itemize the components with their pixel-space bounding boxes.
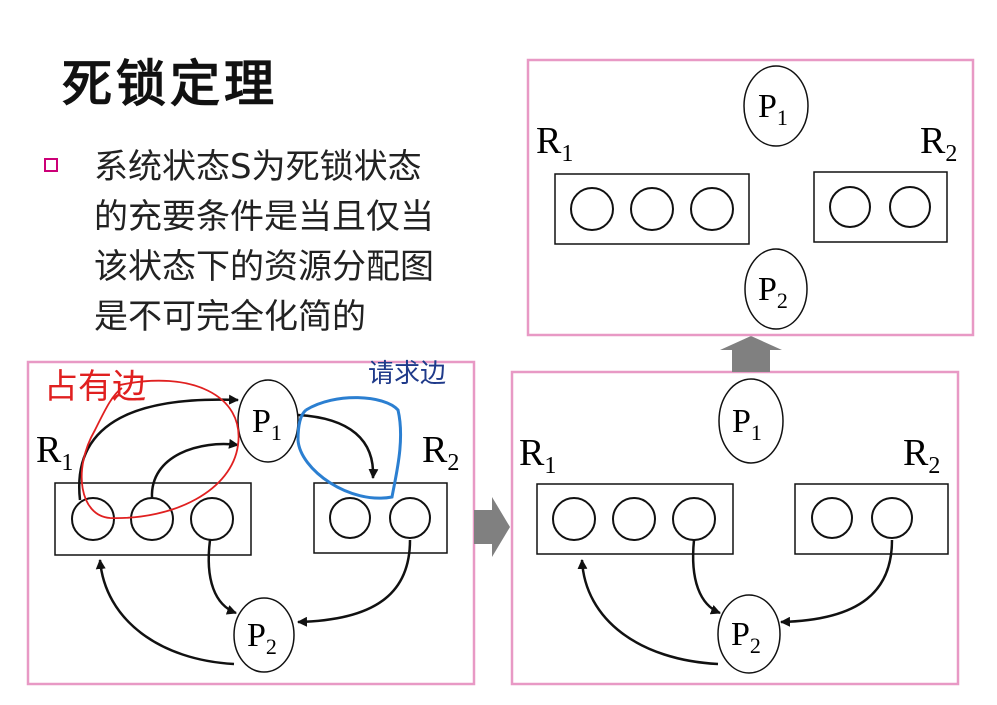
r1-label-3: R1 xyxy=(536,120,573,167)
arrow-up-icon xyxy=(720,336,782,372)
r1-unit-1-3 xyxy=(570,187,614,231)
original-graph: 占有边 请求边 P1 P2 R1 R2 xyxy=(26,359,476,686)
r1-label-2: R1 xyxy=(519,432,556,479)
annotation-request-edge: 请求边 xyxy=(368,359,446,389)
r1-unit-1 xyxy=(71,497,115,541)
r2-unit-2-2 xyxy=(871,497,913,539)
r1-unit-2-2 xyxy=(612,497,656,541)
reduced-graph-step-1: P1 P2 R1 R2 xyxy=(510,370,960,686)
r1-unit-2-3 xyxy=(630,187,674,231)
r1-label: R1 xyxy=(36,429,73,476)
r2-unit-2-3 xyxy=(889,186,931,228)
r1-unit-1-2 xyxy=(552,497,596,541)
r2-label-2: R2 xyxy=(903,432,940,479)
edge-p2-to-r1u1-2 xyxy=(577,559,719,666)
edge-p1-to-r2u1 xyxy=(297,413,379,479)
annotation-assignment-edge: 占有边 xyxy=(44,367,146,407)
r2-unit-1-3 xyxy=(829,186,871,228)
r1-unit-3 xyxy=(190,497,234,541)
edge-p2-to-r1u1 xyxy=(95,559,235,666)
arrow-right-icon xyxy=(474,497,510,557)
r2-label-3: R2 xyxy=(920,120,957,167)
r1-unit-3-3 xyxy=(690,187,734,231)
r2-unit-1-2 xyxy=(811,497,853,539)
resource-allocation-diagrams: 占有边 请求边 P1 P2 R1 R2 P1 P2 R1 R2 P1 P2 R1… xyxy=(26,58,975,686)
r2-unit-2 xyxy=(389,497,431,539)
r1-unit-3-2 xyxy=(672,497,716,541)
r2-label: R2 xyxy=(422,429,459,476)
reduced-graph-final: P1 P2 R1 R2 xyxy=(526,58,975,337)
r2-unit-1 xyxy=(329,497,371,539)
r1-unit-2 xyxy=(130,497,174,541)
